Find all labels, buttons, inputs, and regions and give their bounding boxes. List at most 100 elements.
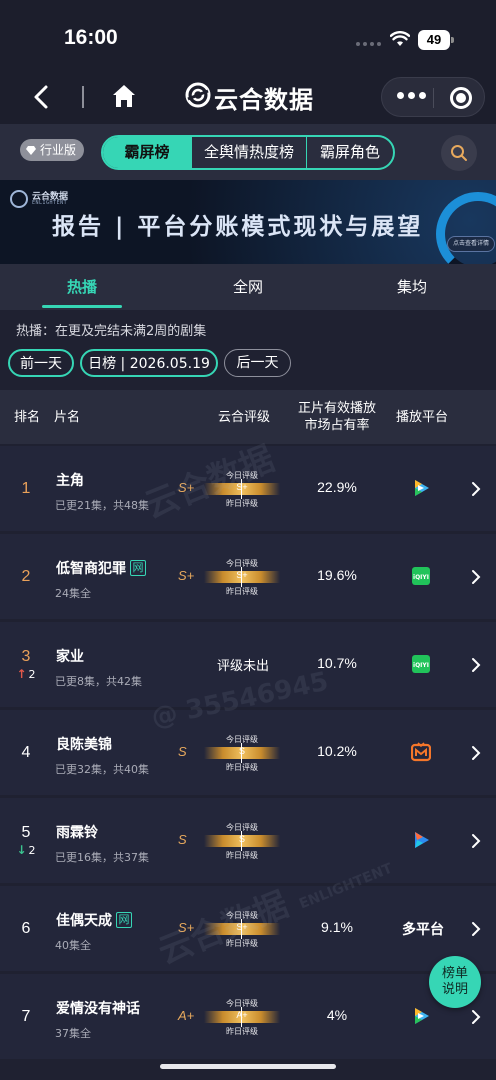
banner-brand-en: ENLIGHTENT [32,200,68,206]
close-mini-program-icon[interactable] [450,87,472,109]
market-share: 10.2% [317,743,357,759]
status-bar: 16:00 49 [0,0,496,72]
rating-comparison: 今日评级 A+ 昨日评级 [204,998,280,1038]
header-market-share: 正片有效播放 市场占有率 [296,390,378,444]
ranking-explanation-button[interactable]: 榜单 说明 [429,956,481,1008]
rating-bar-value: S+ [236,570,248,580]
rating-grade: S [178,832,187,847]
tab-hot[interactable]: 热播 [40,264,124,310]
drama-title-text: 爱情没有神话 [56,1001,140,1017]
table-row[interactable]: 6 佳偶天成网 40集全 S+ 今日评级 S+ 昨日评级 9.1% 多平台 [0,886,496,971]
drama-title: 佳偶天成网 [56,910,132,930]
table-row[interactable]: 5 ↓ 2 雨霖铃 已更16集，共37集 S 今日评级 S 昨日评级 [0,798,496,883]
segment-bapingbang[interactable]: 霸屏榜 [103,137,191,168]
tab-per-episode[interactable]: 集均 [370,264,454,310]
tencent-video-icon [415,480,429,496]
banner-title: 报告 | 平台分账模式现状与展望 [52,214,424,240]
episode-info: 已更16集，共37集 [55,851,149,864]
rating-today-label: 今日评级 [226,471,258,480]
table-row[interactable]: 4 良陈美锦 已更32集，共40集 S 今日评级 S 昨日评级 10.2% [0,710,496,795]
episode-info: 已更32集，共40集 [55,763,149,776]
table-row[interactable]: 1 主角 已更21集，共48集 S+ 今日评级 S+ 昨日评级 22.9% [0,446,496,531]
nav-divider [82,86,84,108]
banner-detail-button[interactable]: 点击查看详情 [447,236,496,252]
market-share: 9.1% [321,919,353,935]
drama-title-text: 低智商犯罪 [56,561,126,577]
drama-title: 主角 [56,470,84,490]
platform-multi: 多平台 [402,922,444,938]
chevron-right-icon[interactable] [470,745,482,761]
explain-line1: 榜单 [441,966,468,981]
header-rank: 排名 [14,409,41,425]
search-button[interactable] [441,135,477,171]
home-icon[interactable] [110,82,138,110]
rating-bar-value: A+ [236,1010,248,1020]
chevron-right-icon[interactable] [470,1009,482,1025]
rating-grade: S+ [178,568,195,583]
chevron-right-icon[interactable] [470,921,482,937]
rank-number: 3 [21,648,31,665]
rank-cell: 3 ↑ 2 [0,622,52,707]
drama-title: 家业 [56,646,84,666]
rank-number: 2 [21,567,31,585]
rating-grade: S+ [178,920,195,935]
rank-down-arrow-icon: ↓ [16,843,27,857]
mini-program-capsule [381,77,485,117]
banner-logo-icon [10,190,28,208]
episode-info: 已更8集，共42集 [55,675,142,688]
table-row[interactable]: 2 低智商犯罪网 24集全 S+ 今日评级 S+ 昨日评级 19.6% iQIY… [0,534,496,619]
rating-today-label: 今日评级 [226,559,258,568]
previous-day-button[interactable]: 前一天 [8,349,74,377]
date-selector[interactable]: 日榜 | 2026.05.19 [80,349,218,377]
market-share: 19.6% [317,567,357,583]
tab-all-network[interactable]: 全网 [206,264,290,310]
iqiyi-icon: iQIYI [412,655,430,673]
episode-info: 40集全 [55,939,91,952]
drama-title-text: 雨霖铃 [56,825,98,841]
rank-change: ↑ 2 [16,667,35,681]
youku-icon [415,832,429,848]
svg-text:iQIYI: iQIYI [413,662,429,669]
rank-cell: 6 [0,886,52,971]
chevron-right-icon[interactable] [470,481,482,497]
iqiyi-icon: iQIYI [412,567,430,585]
market-share: 4% [326,1007,348,1023]
report-banner[interactable]: 云合数据 ENLIGHTENT 报告 | 平台分账模式现状与展望 点击查看详情 [0,180,496,264]
rank-cell: 1 [0,446,52,531]
chevron-right-icon[interactable] [470,657,482,673]
page-title: 云合数据 [214,86,314,114]
rank-change-value: 2 [28,843,36,857]
chevron-right-icon[interactable] [470,833,482,849]
board-filter-bar: 行业版 霸屏榜 全舆情热度榜 霸屏角色 [0,124,496,180]
category-tabs: 热播 全网 集均 [0,264,496,310]
segment-top-roles[interactable]: 霸屏角色 [306,137,393,168]
next-day-button[interactable]: 后一天 [224,349,291,377]
explain-line2: 说明 [441,982,468,997]
table-row[interactable]: 7 爱情没有神话 37集全 A+ 今日评级 A+ 昨日评级 4% [0,974,496,1059]
rating-bar-value: S+ [236,922,248,932]
cellular-signal-icon [356,42,381,46]
rank-change-value: 2 [28,667,36,681]
rating-comparison: 今日评级 S+ 昨日评级 [204,910,280,950]
chevron-right-icon[interactable] [470,569,482,585]
date-navigator: 前一天 日榜 | 2026.05.19 后一天 [0,349,496,379]
capsule-divider [433,88,434,108]
table-header: 排名 片名 云合评级 正片有效播放 市场占有率 播放平台 [0,390,496,444]
segment-public-opinion-heat[interactable]: 全舆情热度榜 [191,137,306,168]
rating-bar-value: S+ [236,482,248,492]
episode-info: 24集全 [55,587,91,600]
rating-grade: S [178,744,187,759]
rating-grade: S+ [178,480,195,495]
board-type-segmented-control: 霸屏榜 全舆情热度榜 霸屏角色 [101,135,395,170]
rating-comparison: 今日评级 S+ 昨日评级 [204,470,280,510]
rating-today-label: 今日评级 [226,911,258,920]
header-share-line2: 市场占有率 [304,418,370,433]
episode-info: 37集全 [55,1027,91,1040]
table-row[interactable]: 3 ↑ 2 家业 已更8集，共42集 评级未出 10.7% iQIYI [0,622,496,707]
edition-badge[interactable]: 行业版 [20,139,85,161]
rank-number: 1 [21,479,31,497]
back-icon[interactable] [28,82,56,112]
rating-today-label: 今日评级 [226,999,258,1008]
diamond-icon [26,146,36,155]
more-options-icon[interactable] [397,92,426,99]
